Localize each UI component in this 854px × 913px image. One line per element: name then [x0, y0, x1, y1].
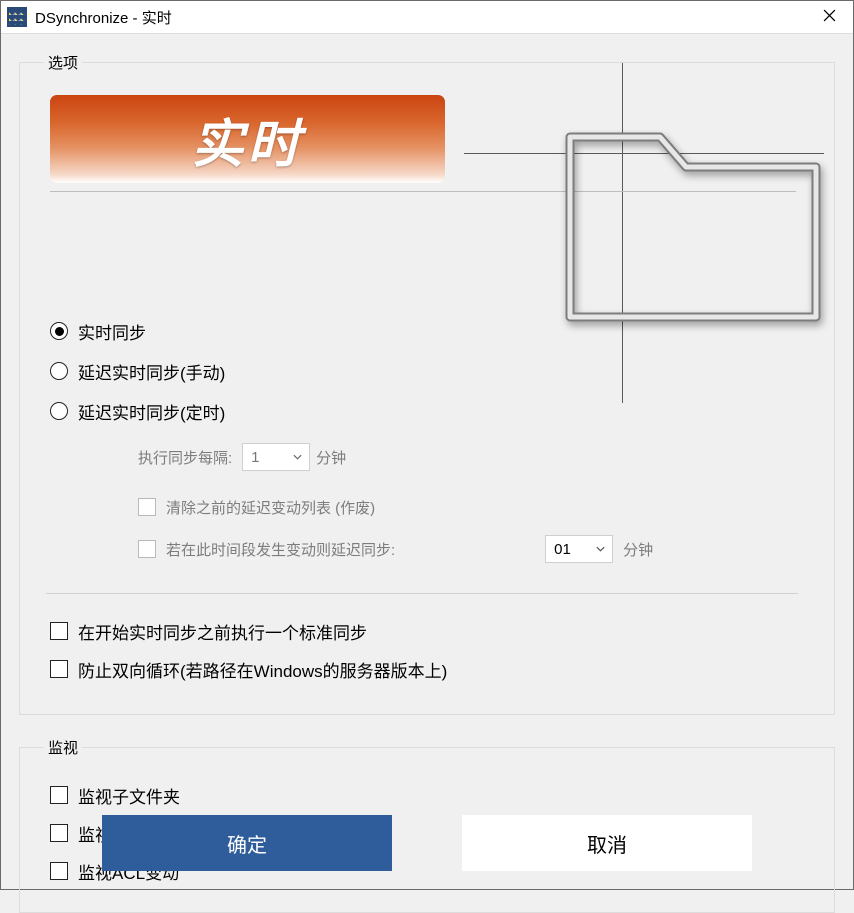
close-icon	[823, 9, 836, 26]
delay-if-change-value: 01	[554, 541, 571, 558]
checkbox-pre-standard-sync-row[interactable]: 在开始实时同步之前执行一个标准同步	[50, 612, 804, 650]
delay-if-change-label: 若在此时间段发生变动则延迟同步:	[166, 539, 395, 560]
close-button[interactable]	[805, 1, 853, 34]
folder-icon	[554, 117, 834, 335]
interval-unit: 分钟	[316, 447, 346, 468]
interval-select[interactable]: 1	[242, 443, 310, 471]
pre-standard-sync-label: 在开始实时同步之前执行一个标准同步	[78, 619, 367, 644]
clear-list-label: 清除之前的延迟变动列表 (作废)	[166, 497, 375, 518]
watch-subfolders-label: 监视子文件夹	[78, 783, 180, 808]
checkbox-watch-subfolders	[50, 786, 68, 804]
radio-dot-icon	[50, 402, 68, 420]
checkbox-delay-if-change[interactable]	[138, 540, 156, 558]
app-icon	[7, 7, 27, 27]
delay-if-change-unit: 分钟	[623, 539, 653, 560]
delay-if-change-select[interactable]: 01	[545, 535, 613, 563]
cancel-label: 取消	[587, 829, 627, 858]
checkbox-prevent-loop	[50, 660, 68, 678]
chevron-down-icon	[595, 544, 606, 555]
cancel-button[interactable]: 取消	[462, 815, 752, 871]
titlebar: DSynchronize - 实时	[1, 1, 853, 34]
radio-label: 延迟实时同步(定时)	[78, 399, 225, 424]
radio-delayed-timed[interactable]: 延迟实时同步(定时)	[50, 391, 804, 431]
banner-title: 实时	[191, 102, 303, 177]
radio-label: 延迟实时同步(手动)	[78, 359, 225, 384]
radio-dot-icon	[50, 322, 68, 340]
footer: 确定 取消	[1, 815, 853, 871]
checkbox-watch-subfolders-row[interactable]: 监视子文件夹	[50, 776, 804, 814]
checkbox-prevent-loop-row[interactable]: 防止双向循环(若路径在Windows的服务器版本上)	[50, 650, 804, 688]
radio-label: 实时同步	[78, 319, 146, 344]
ok-label: 确定	[227, 829, 267, 858]
options-group: 选项 实时 实时同步 延迟实时同步(手动)	[19, 52, 835, 715]
interval-value: 1	[251, 449, 259, 466]
ok-button[interactable]: 确定	[102, 815, 392, 871]
prevent-loop-label: 防止双向循环(若路径在Windows的服务器版本上)	[78, 657, 447, 682]
banner-divider	[50, 191, 796, 192]
radio-dot-icon	[50, 362, 68, 380]
watch-legend: 监视	[44, 737, 82, 758]
radio-delayed-manual[interactable]: 延迟实时同步(手动)	[50, 351, 804, 391]
checkbox-pre-standard-sync	[50, 622, 68, 640]
chevron-down-icon	[292, 452, 303, 463]
options-legend: 选项	[44, 52, 82, 73]
divider	[46, 593, 798, 594]
interval-label: 执行同步每隔:	[138, 447, 232, 468]
checkbox-clear-list[interactable]	[138, 498, 156, 516]
window-title: DSynchronize - 实时	[35, 7, 805, 28]
radio-realtime-sync[interactable]: 实时同步	[50, 311, 804, 351]
banner: 实时	[50, 95, 445, 183]
